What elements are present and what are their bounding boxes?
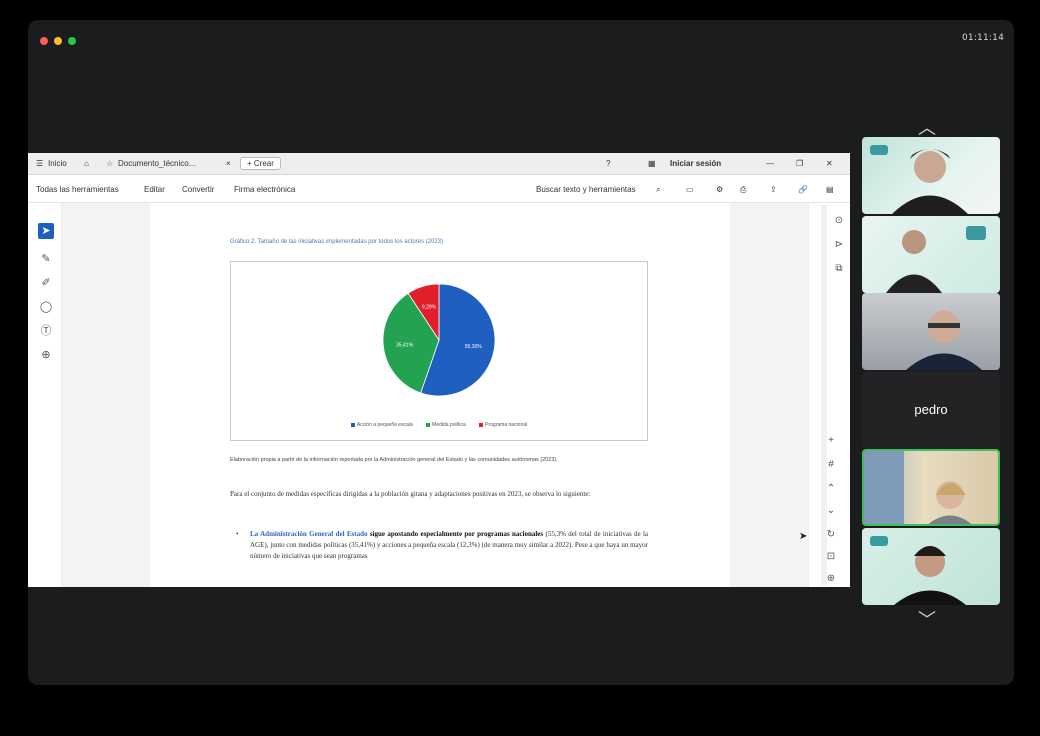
legend-item: Acción a pequeña escala: [350, 422, 413, 428]
pie-chart-svg: 55,30% 35,41% 9,29%: [382, 283, 496, 397]
close-tab-icon[interactable]: ×: [226, 159, 231, 168]
figure-caption: Gráfico 2. Tamaño de las iniciativas imp…: [230, 239, 443, 245]
zoom-in-icon[interactable]: ⊕: [825, 573, 837, 584]
help-icon[interactable]: ?: [606, 159, 610, 168]
participant-video-icon: [870, 536, 966, 605]
gear-icon[interactable]: ⚙: [716, 185, 723, 194]
legend-item: Medida política: [426, 422, 466, 428]
comment-panel-icon[interactable]: ⊙: [833, 215, 845, 226]
vertical-scrollbar[interactable]: [821, 205, 827, 585]
comment-tool-icon[interactable]: ✎: [38, 251, 54, 267]
participant-video-icon: [886, 226, 986, 293]
participant-tile-4[interactable]: pedro: [862, 372, 1000, 449]
meeting-timer: 01:11:14: [961, 33, 1004, 43]
pie-data-label: 9,29%: [422, 305, 437, 311]
app-titlebar: ☰ Inicio ⌂ ☆ Documento_técnico... × + Cr…: [28, 153, 850, 175]
search-icon[interactable]: ⌕: [656, 185, 660, 195]
text-tool-icon[interactable]: Ⓣ: [38, 323, 54, 339]
left-toolbar: ➤ ✎ ✐ ◯ Ⓣ ⊕: [28, 203, 62, 587]
menu-all-tools[interactable]: Todas las herramientas: [36, 185, 119, 194]
mouse-cursor-icon: ➤: [799, 531, 808, 542]
print-icon[interactable]: ⎙: [740, 185, 746, 195]
pie-data-label: 35,41%: [396, 342, 414, 348]
right-toolbar: ⊙ ⊳ ⧉ + # ⌃ ⌄ ↻ ⊡ ⊕ ⊖: [808, 203, 850, 587]
maximize-window-button[interactable]: [68, 37, 76, 45]
bullet-item: • La Administración General del Estado s…: [236, 529, 648, 562]
rotate-icon[interactable]: ↻: [825, 529, 837, 540]
minimize-window-button[interactable]: [54, 37, 62, 45]
participant-video-icon: [870, 145, 968, 214]
restore-icon[interactable]: ❐: [796, 159, 803, 168]
intro-paragraph: Para el conjunto de medidas específicas …: [230, 490, 591, 498]
participant-video-icon: [864, 451, 972, 524]
menu-edit[interactable]: Editar: [144, 185, 165, 194]
page-up-icon[interactable]: ⌃: [825, 483, 837, 494]
close-window-button[interactable]: [40, 37, 48, 45]
pie-data-label: 55,30%: [465, 344, 483, 350]
document-tab[interactable]: Documento_técnico...: [118, 159, 195, 168]
menu-convert[interactable]: Convertir: [182, 185, 214, 194]
chart-legend: Acción a pequeña escala Medida política …: [231, 422, 647, 428]
page-view-icon[interactable]: ▭: [686, 185, 694, 194]
home-icon[interactable]: ⌂: [84, 159, 89, 168]
select-tool-icon[interactable]: ➤: [38, 223, 54, 239]
fit-page-icon[interactable]: ⊡: [825, 551, 837, 562]
bullet-bold: sigue apostando especialmente por progra…: [369, 530, 544, 538]
participant-tile-2[interactable]: [862, 216, 1000, 293]
menu-icon[interactable]: ☰: [36, 159, 43, 168]
zoom-plus-icon[interactable]: +: [825, 435, 837, 446]
bullet-dot: •: [236, 530, 239, 538]
chevron-down-icon[interactable]: ﹀: [918, 606, 936, 632]
participant-tile-5-active-speaker[interactable]: [862, 449, 1000, 526]
panel-icon[interactable]: ▤: [826, 185, 834, 194]
participant-video-icon: [906, 311, 982, 370]
shape-tool-icon[interactable]: ◯: [38, 299, 54, 315]
pie-chart: 55,30% 35,41% 9,29% Acción a pequeña escal…: [230, 261, 648, 441]
document-page: Gráfico 2. Tamaño de las iniciativas imp…: [150, 203, 730, 587]
close-icon[interactable]: ✕: [826, 159, 833, 168]
document-area[interactable]: Gráfico 2. Tamaño de las iniciativas imp…: [62, 203, 808, 587]
minimize-icon[interactable]: —: [766, 159, 774, 168]
home-tab[interactable]: Inicio: [48, 159, 67, 168]
participant-tile-1[interactable]: [862, 137, 1000, 214]
bullet-highlight: La Administración General del Estado: [250, 530, 368, 538]
source-note: Elaboración propia a partir de la inform…: [230, 457, 558, 463]
signin-button[interactable]: Iniciar sesión: [670, 159, 721, 168]
app-grid-icon[interactable]: ▦: [648, 159, 656, 168]
new-tab-button[interactable]: + Crear: [240, 157, 281, 170]
draw-tool-icon[interactable]: ✐: [38, 275, 54, 291]
app-toolbar: Todas las herramientas Editar Convertir …: [28, 175, 850, 203]
participant-name: pedro: [914, 402, 948, 417]
meeting-window: 01:11:14 ☰ Inicio ⌂ ☆ Documento_técnico.…: [28, 20, 1014, 685]
page-number-icon[interactable]: #: [825, 459, 837, 470]
legend-item: Programa nacional: [479, 422, 527, 428]
bookmark-icon[interactable]: ⊳: [833, 239, 845, 250]
participant-tile-3[interactable]: [862, 293, 1000, 370]
stamp-tool-icon[interactable]: ⊕: [38, 347, 54, 363]
shared-screen: ☰ Inicio ⌂ ☆ Documento_técnico... × + Cr…: [28, 153, 850, 587]
pages-icon[interactable]: ⧉: [833, 263, 845, 274]
link-icon[interactable]: 🔗: [798, 185, 808, 194]
page-down-icon[interactable]: ⌄: [825, 505, 837, 516]
share-icon[interactable]: ⇪: [770, 185, 777, 194]
search-tools-button[interactable]: Buscar texto y herramientas: [536, 185, 636, 194]
star-icon[interactable]: ☆: [106, 159, 113, 168]
participant-tile-6[interactable]: [862, 528, 1000, 605]
menu-esign[interactable]: Firma electrónica: [234, 185, 295, 194]
